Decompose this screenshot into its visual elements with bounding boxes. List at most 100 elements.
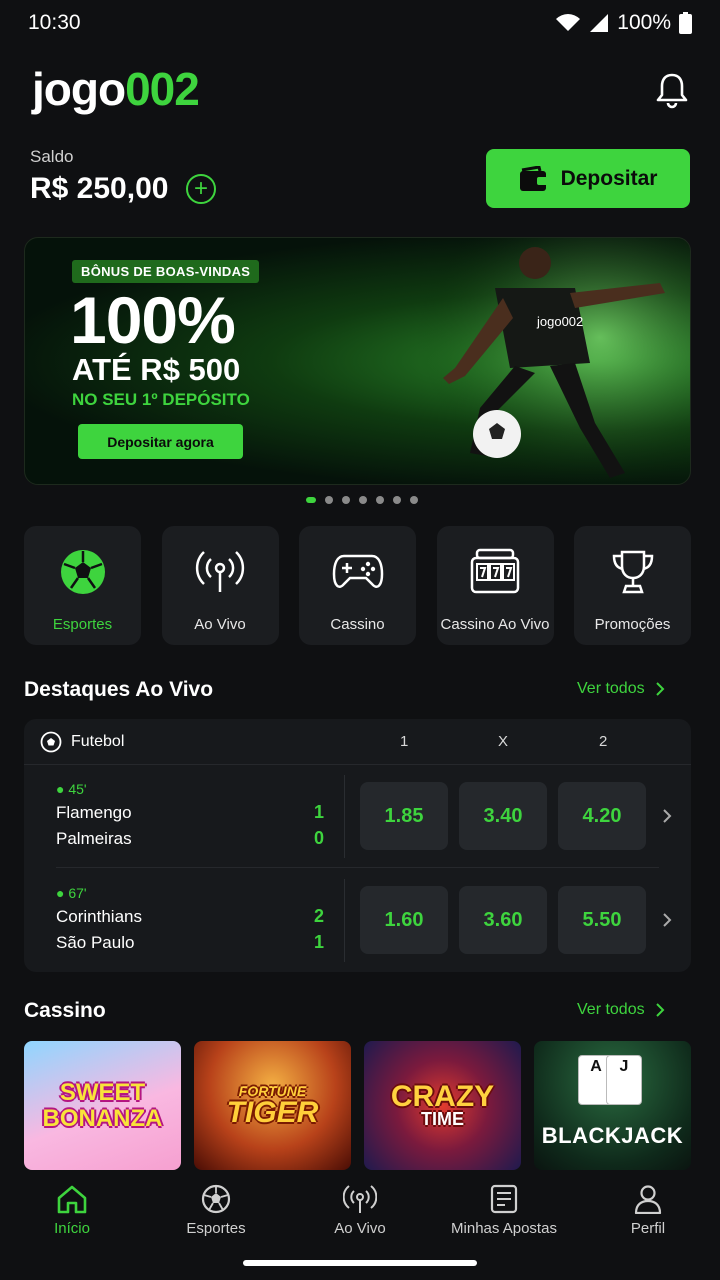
chevron-right-icon[interactable] [662, 912, 672, 928]
chevron-right-icon [655, 1003, 665, 1017]
category-label: Promoções [594, 616, 671, 633]
divider [344, 879, 345, 962]
game-title-line1: CRAZY [390, 1079, 495, 1113]
pagination-dot[interactable] [376, 496, 384, 504]
col-header-x: X [498, 733, 509, 750]
status-bar: 10:30 100% [0, 0, 720, 46]
casino-section-title: Cassino [24, 999, 106, 1022]
pagination-dot[interactable] [410, 496, 418, 504]
nav-label: Ao Vivo [334, 1220, 386, 1237]
away-team: São Paulo [56, 933, 135, 952]
home-indicator[interactable] [243, 1260, 477, 1266]
category-esportes[interactable]: Esportes [24, 526, 141, 645]
chevron-right-icon [655, 682, 665, 696]
broadcast-icon [343, 1185, 377, 1213]
nav-label: Perfil [630, 1220, 666, 1237]
bet-slip-icon [490, 1184, 518, 1214]
category-label: Esportes [52, 616, 113, 633]
category-cassino-ao-vivo[interactable]: Cassino Ao Vivo [436, 526, 554, 645]
game-tile-fortune-tiger[interactable]: FORTUNE TIGER [194, 1041, 351, 1170]
balance-value: R$ 250,00 [30, 172, 169, 205]
category-promocoes[interactable]: Promoções [574, 526, 691, 645]
odd-away-button[interactable]: 4.20 [558, 782, 646, 850]
status-time: 10:30 [28, 11, 81, 34]
deposit-button[interactable]: Depositar [486, 149, 690, 208]
away-score: 1 [314, 932, 325, 952]
pagination-dot[interactable] [393, 496, 401, 504]
soccer-ball-icon [60, 550, 105, 594]
app-logo[interactable]: jogo002 [32, 62, 200, 116]
slot-machine-icon [470, 548, 520, 594]
broadcast-icon [195, 551, 245, 592]
home-team: Flamengo [56, 803, 132, 822]
category-ao-vivo[interactable]: Ao Vivo [161, 526, 279, 645]
casino-games-row: SWEET BONANZA FORTUNE TIGER CRAZY TIME A J … [24, 1041, 691, 1170]
odd-away-button[interactable]: 5.50 [558, 886, 646, 954]
balance-label: Saldo [30, 147, 74, 166]
banner-tag: BÔNUS DE BOAS-VINDAS [72, 260, 260, 283]
home-score: 2 [314, 906, 325, 926]
category-label: Ao Vivo [194, 616, 246, 633]
divider [344, 775, 345, 858]
signal-icon [590, 14, 609, 32]
match-minute: ● 67' [56, 885, 87, 901]
nav-label: Início [54, 1220, 90, 1237]
nav-item-perfil[interactable]: Perfil [578, 1184, 718, 1280]
pagination-dot[interactable] [359, 496, 367, 504]
notification-bell-icon[interactable] [652, 70, 692, 110]
match-row[interactable]: ● 67' Corinthians São Paulo 2 1 1.60 3.6… [24, 869, 691, 972]
pagination-dot[interactable] [325, 496, 333, 504]
game-tile-sweet-bonanza[interactable]: SWEET BONANZA [24, 1041, 181, 1170]
odd-draw-button[interactable]: 3.60 [459, 886, 547, 954]
soccer-ball-icon [40, 731, 62, 753]
banner-cta-button[interactable]: Depositar agora [78, 424, 243, 459]
nav-item-inicio[interactable]: Início [2, 1184, 142, 1280]
promo-banner[interactable]: BÔNUS DE BOAS-VINDAS 100% ATÉ R$ 500 NO … [24, 237, 691, 485]
sport-label: Futebol [71, 733, 125, 750]
home-score: 1 [314, 802, 325, 822]
live-card-header: Futebol 1 X 2 [24, 719, 691, 765]
banner-line3: NO SEU 1º DEPÓSITO [72, 390, 250, 409]
home-team: Corinthians [56, 907, 142, 926]
game-title: BLACKJACK [541, 1122, 684, 1148]
soccer-ball-icon [201, 1184, 231, 1214]
odd-home-button[interactable]: 1.60 [360, 886, 448, 954]
odd-draw-button[interactable]: 3.40 [459, 782, 547, 850]
away-score: 0 [314, 828, 325, 848]
battery-icon [679, 12, 692, 34]
banner-pagination [306, 496, 418, 504]
odd-home-button[interactable]: 1.85 [360, 782, 448, 850]
category-row: Esportes Ao Vivo Cassino Cassino Ao Vivo… [24, 526, 691, 645]
user-icon [634, 1185, 662, 1214]
banner-headline: 100% [70, 283, 236, 357]
deposit-button-label: Depositar [560, 166, 658, 190]
pagination-dot[interactable] [342, 496, 350, 504]
live-section-title: Destaques Ao Vivo [24, 678, 214, 701]
wallet-icon [519, 165, 548, 191]
game-tile-crazy-time[interactable]: CRAZY TIME [364, 1041, 521, 1170]
col-header-1: 1 [400, 733, 409, 750]
match-minute: ● 45' [56, 781, 87, 797]
jersey-text: jogo002 [536, 314, 583, 329]
live-matches-card: Futebol 1 X 2 ● 45' Flamengo Palmeiras 1… [24, 719, 691, 972]
match-row[interactable]: ● 45' Flamengo Palmeiras 1 0 1.85 3.40 4… [24, 765, 691, 868]
away-team: Palmeiras [56, 829, 132, 848]
pagination-dot[interactable] [306, 497, 316, 503]
playing-cards-icon: A J [578, 1055, 642, 1105]
wifi-icon [556, 14, 581, 31]
trophy-icon [612, 550, 653, 594]
soccer-player-illustration: jogo002 [385, 238, 690, 484]
nav-label: Minhas Apostas [451, 1220, 557, 1237]
add-balance-button[interactable]: + [186, 174, 216, 204]
casino-see-all-link[interactable]: Ver todos [577, 1001, 665, 1019]
category-label: Cassino [330, 616, 385, 633]
game-title-line2: BONANZA [42, 1104, 163, 1132]
game-title-line2: TIGER [226, 1095, 319, 1129]
banner-line2: ATÉ R$ 500 [72, 352, 241, 387]
game-tile-blackjack[interactable]: A J BLACKJACK [534, 1041, 691, 1170]
category-cassino[interactable]: Cassino [299, 526, 416, 645]
live-see-all-link[interactable]: Ver todos [577, 680, 665, 698]
chevron-right-icon[interactable] [662, 808, 672, 824]
home-icon [57, 1185, 87, 1214]
nav-label: Esportes [186, 1220, 246, 1237]
